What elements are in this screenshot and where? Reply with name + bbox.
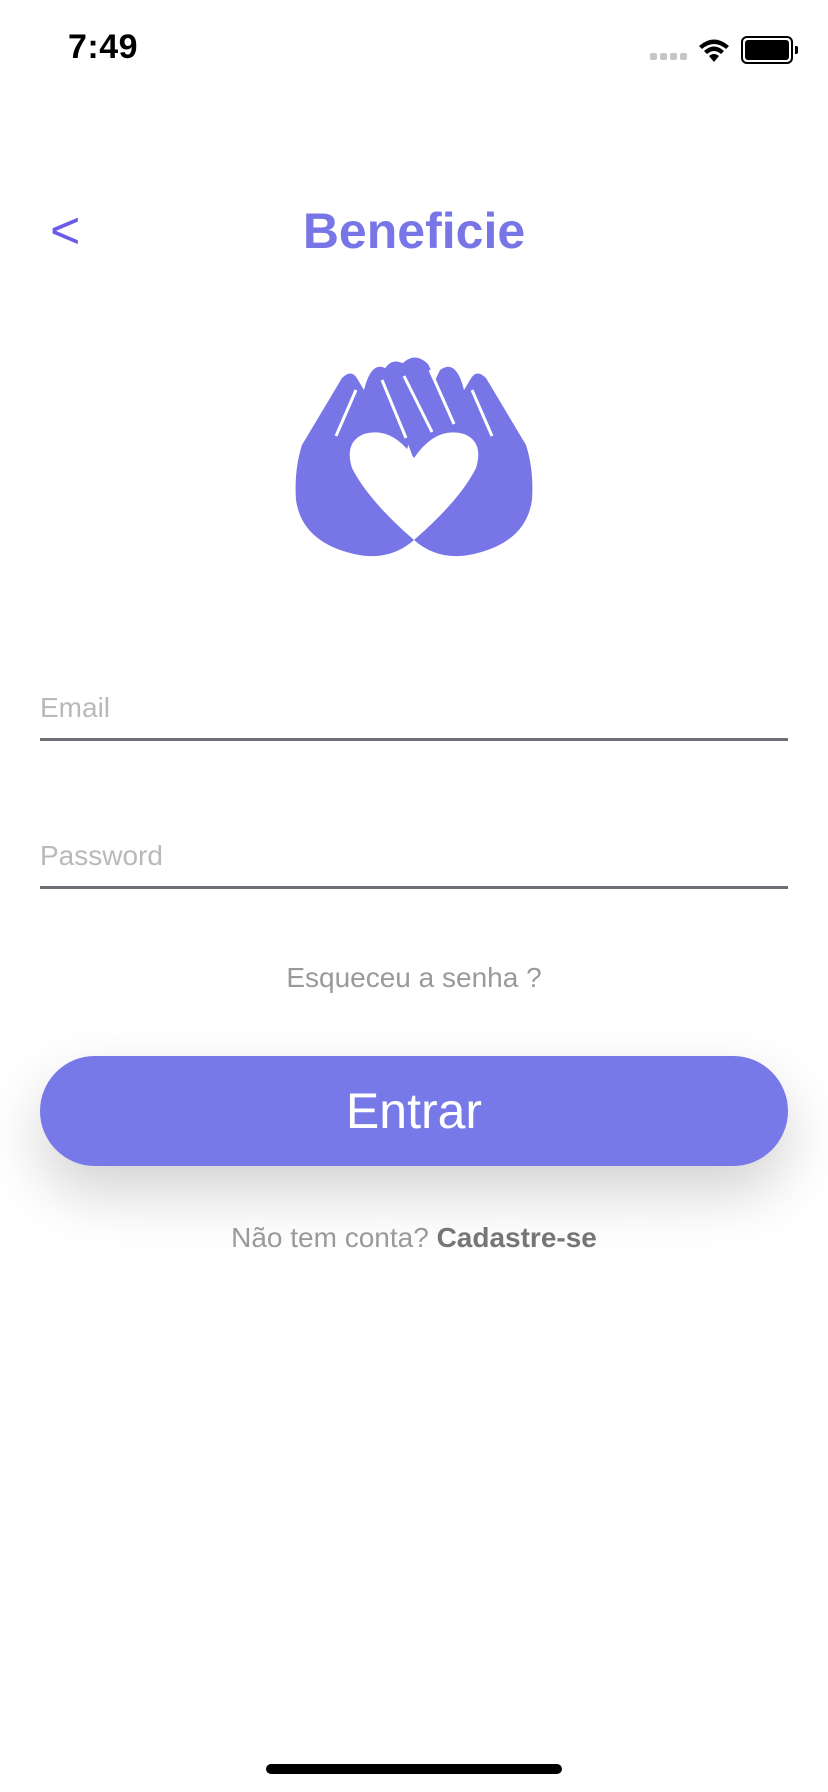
page-title: Beneficie xyxy=(302,203,526,259)
signup-row: Não tem conta? Cadastre-se xyxy=(0,1222,828,1254)
home-indicator[interactable] xyxy=(266,1764,562,1774)
password-input[interactable] xyxy=(40,840,788,872)
hands-heart-icon xyxy=(295,357,533,557)
wifi-icon xyxy=(699,39,729,62)
email-field[interactable] xyxy=(40,658,788,741)
password-field[interactable] xyxy=(40,806,788,889)
signup-prompt: Não tem conta? xyxy=(231,1222,437,1253)
email-input[interactable] xyxy=(40,692,788,724)
login-button[interactable]: Entrar xyxy=(40,1056,788,1166)
status-time: 7:49 xyxy=(68,28,139,66)
forgot-password-link[interactable]: Esqueceu a senha ? xyxy=(0,962,828,994)
battery-icon xyxy=(741,36,798,64)
status-bar: 7:49 xyxy=(0,0,828,100)
cellular-signal-icon xyxy=(650,41,687,60)
status-icons xyxy=(650,36,798,64)
signup-link[interactable]: Cadastre-se xyxy=(437,1222,597,1253)
